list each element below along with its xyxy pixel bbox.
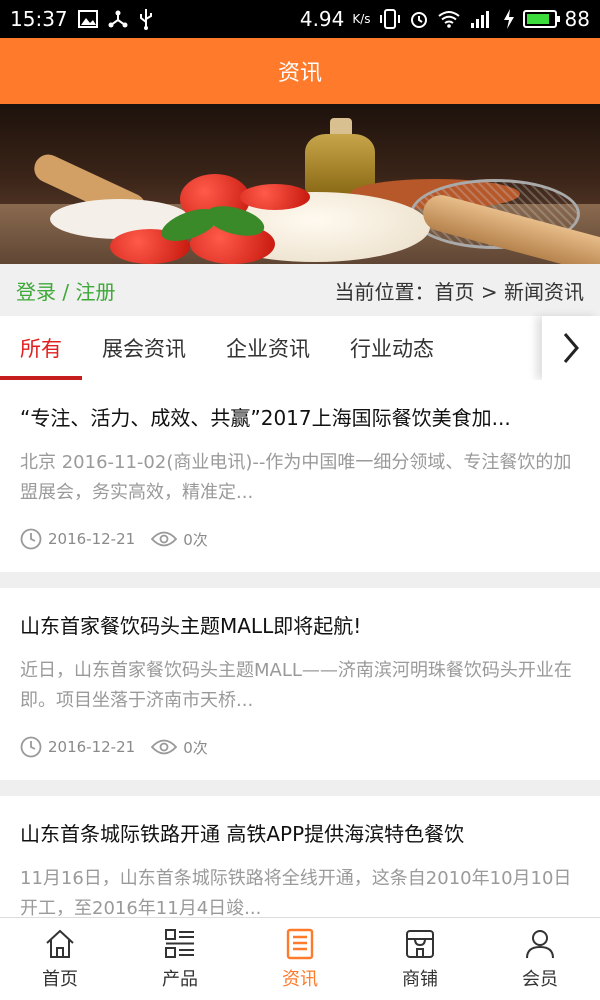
info-bar: 登录 / 注册 当前位置：首页 > 新闻资讯 [0, 264, 600, 316]
header: 资讯 [0, 38, 600, 104]
battery-percent: 88 [564, 7, 590, 31]
news-date-text: 2016-12-21 [48, 738, 136, 756]
nav-news[interactable]: 资讯 [240, 918, 360, 1000]
net-speed-unit: K/s [352, 12, 371, 26]
news-views-text: 0次 [183, 738, 208, 757]
chevron-right-icon [563, 333, 579, 363]
usb-icon [138, 8, 154, 30]
battery-level [526, 14, 550, 24]
nav-label: 资讯 [282, 969, 318, 990]
news-title: 山东首条城际铁路开通 高铁APP提供海滨特色餐饮 [20, 822, 465, 846]
tab-all[interactable]: 所有 [0, 316, 82, 380]
nav-label: 会员 [522, 969, 558, 990]
news-date-text: 2016-12-21 [48, 530, 136, 548]
news-title: “专注、活力、成效、共赢”2017上海国际餐饮美食加... [20, 406, 511, 430]
category-tabs: 所有 展会资讯 企业资讯 行业动态 [0, 316, 600, 380]
tab-enterprise-news[interactable]: 企业资讯 [206, 316, 330, 380]
status-bar: 15:37 4.94 K/s 88 [0, 0, 600, 38]
tab-label: 行业动态 [350, 337, 434, 361]
news-views-text: 0次 [183, 530, 208, 549]
news-title: 山东首家餐饮码头主题MALL即将起航! [20, 614, 362, 638]
eye-icon [151, 531, 178, 547]
wifi-icon [437, 10, 461, 28]
page-title: 资讯 [277, 61, 322, 86]
clock-icon [20, 736, 42, 758]
news-views: 0次 [151, 737, 208, 758]
news-date: 2016-12-21 [20, 528, 135, 550]
nav-label: 首页 [42, 969, 78, 990]
share-icon [108, 9, 128, 29]
news-date: 2016-12-21 [20, 736, 135, 758]
tab-industry-news[interactable]: 行业动态 [330, 316, 454, 380]
user-icon [526, 930, 554, 959]
tabs-scroll-right-button[interactable] [542, 316, 600, 380]
news-item[interactable]: 山东首条城际铁路开通 高铁APP提供海滨特色餐饮 11月16日，山东首条城际铁路… [0, 796, 600, 917]
document-icon [286, 928, 314, 960]
breadcrumb: 当前位置：首页 > 新闻资讯 [334, 279, 584, 304]
tab-label: 企业资讯 [226, 337, 310, 361]
news-summary: 北京 2016-11-02(商业电讯)--作为中国唯一细分领域、专注餐饮的加盟展… [20, 452, 572, 503]
news-meta: 2016-12-21 0次 [20, 736, 580, 758]
battery-icon [522, 10, 560, 28]
banner-tomato [240, 184, 310, 210]
news-views: 0次 [151, 529, 208, 550]
image-icon [77, 10, 98, 28]
grid-list-icon [165, 929, 194, 958]
shop-icon [406, 930, 434, 958]
vibrate-icon [379, 9, 401, 29]
nav-home[interactable]: 首页 [0, 918, 120, 1000]
clock-icon [20, 528, 42, 550]
nav-label: 商铺 [402, 969, 438, 990]
news-summary: 11月16日，山东首条城际铁路将全线开通，这条自2010年10月10日开工，至2… [20, 868, 572, 917]
news-summary: 近日，山东首家餐饮码头主题MALL——济南滨河明珠餐饮码头开业在即。项目坐落于济… [20, 660, 572, 711]
nav-shops[interactable]: 商铺 [360, 918, 480, 1000]
nav-label: 产品 [162, 969, 198, 990]
eye-icon [151, 739, 178, 755]
home-icon [46, 929, 74, 958]
news-list: “专注、活力、成效、共赢”2017上海国际餐饮美食加... 北京 2016-11… [0, 380, 600, 917]
news-item[interactable]: “专注、活力、成效、共赢”2017上海国际餐饮美食加... 北京 2016-11… [0, 380, 600, 572]
net-speed: 4.94 [299, 7, 345, 31]
tab-exhibition-news[interactable]: 展会资讯 [82, 316, 206, 380]
status-time: 15:37 [10, 7, 68, 31]
nav-member[interactable]: 会员 [480, 918, 600, 1000]
tab-label: 所有 [20, 337, 62, 361]
signal-icon [469, 9, 495, 29]
bottom-nav: 首页 产品 资讯 商铺 会员 [0, 917, 600, 1000]
news-meta: 2016-12-21 0次 [20, 528, 580, 550]
banner-image[interactable] [0, 104, 600, 264]
alarm-icon [409, 9, 429, 29]
login-register-link[interactable]: 登录 / 注册 [16, 276, 115, 305]
tab-label: 展会资讯 [102, 337, 186, 361]
news-item[interactable]: 山东首家餐饮码头主题MALL即将起航! 近日，山东首家餐饮码头主题MALL——济… [0, 588, 600, 780]
nav-products[interactable]: 产品 [120, 918, 240, 1000]
charging-icon [503, 9, 515, 29]
